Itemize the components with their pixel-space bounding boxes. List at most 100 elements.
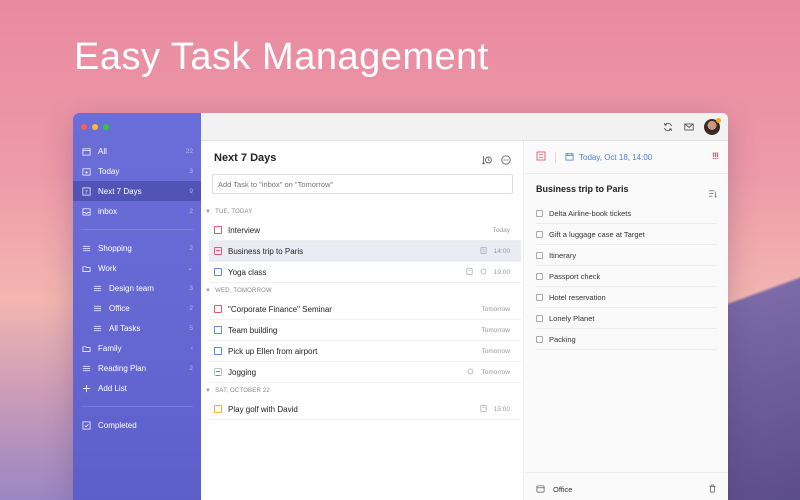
note-icon [480,246,487,256]
sidebar-item-completed[interactable]: Completed [73,415,201,435]
section-header[interactable]: ▼ WED, TOMORROW [201,283,523,299]
task-row[interactable]: Team building Tomorrow [209,320,521,341]
minimize-window-button[interactable] [92,124,98,130]
task-checkbox[interactable] [214,247,222,255]
checklist-item[interactable]: Passport check [536,266,717,287]
checklist-checkbox[interactable] [536,314,543,322]
inbox-icon [82,207,91,216]
sync-icon[interactable] [662,121,674,133]
trash-icon[interactable] [708,484,717,495]
list-icon [82,244,91,253]
folder-icon [82,264,91,273]
section-title: TUE, TODAY [215,209,253,215]
sidebar-item-work[interactable]: Work ⌄ [73,258,201,278]
checklist-item[interactable]: Itinerary [536,245,717,266]
task-checkbox[interactable] [214,347,222,355]
sidebar-item-label: Completed [98,420,137,430]
chevron-left-icon[interactable]: ‹ [191,345,193,352]
sort-list-icon[interactable] [708,185,717,203]
avatar[interactable] [704,118,721,135]
list-icon [93,304,102,313]
checklist-item[interactable]: Delta Airline-book tickets [536,203,717,224]
sidebar-item-shopping[interactable]: Shopping 2 [73,238,201,258]
sidebar-item-inbox[interactable]: inbox 2 [73,201,201,221]
app-window: All 22 Today 3 7 Next 7 Days 9 inbox 2 S… [73,113,728,500]
task-row[interactable]: Yoga class 19:00 [209,262,521,283]
task-title: Jogging [228,367,257,377]
sidebar-item-count: 22 [185,147,193,155]
add-task-input[interactable] [212,174,513,194]
checklist-checkbox[interactable] [536,251,543,259]
priority-flag[interactable]: !!! [712,151,719,161]
sidebar-item-all-tasks[interactable]: All Tasks 5 [73,318,201,338]
sidebar-item-label: Office [109,303,130,313]
collapse-triangle-icon[interactable]: ▼ [205,288,211,294]
checklist-checkbox[interactable] [536,272,543,280]
more-options-icon[interactable] [501,152,511,170]
task-title: Pick up Ellen from airport [228,346,318,356]
section-header[interactable]: ▼ SAT, OCTOBER 22 [201,383,523,399]
folder-icon [82,344,91,353]
checklist-checkbox[interactable] [536,293,543,301]
sidebar-item-next-7-days[interactable]: 7 Next 7 Days 9 [73,181,201,201]
checklist-item-label: Lonely Planet [549,313,595,323]
window-controls [81,124,109,130]
sidebar-item-reading-plan[interactable]: Reading Plan 2 [73,358,201,378]
chevron-down-icon[interactable]: ⌄ [188,264,193,272]
task-checkbox[interactable] [214,326,222,334]
zoom-window-button[interactable] [103,124,109,130]
checklist-item-label: Delta Airline-book tickets [549,208,632,218]
sidebar-item-label: All Tasks [109,323,141,333]
checklist-checkbox[interactable] [536,335,543,343]
task-detail-panel: Today, Oct 18, 14:00 !!! Business trip t… [525,141,728,500]
add-list-button[interactable]: Add List [73,378,201,398]
task-row[interactable]: Interview Today [209,220,521,241]
checklist-item-label: Passport check [549,271,601,281]
checklist-item[interactable]: Packing [536,329,717,350]
sidebar-nav: All 22 Today 3 7 Next 7 Days 9 inbox 2 S… [73,141,201,435]
task-checkbox[interactable] [214,268,222,276]
due-date-label: Today, Oct 18, 14:00 [579,152,653,162]
task-due: Tomorrow [481,305,510,313]
task-row[interactable]: Play golf with David 15:00 [209,399,521,420]
note-icon[interactable] [536,148,546,166]
divider [555,151,556,163]
section-header[interactable]: ▼ TUE, TODAY [201,204,523,220]
plus-icon [82,384,91,393]
task-row[interactable]: Jogging Tomorrow [209,362,521,383]
close-window-button[interactable] [81,124,87,130]
collapse-triangle-icon[interactable]: ▼ [205,388,211,394]
task-checkbox[interactable] [214,405,222,413]
sidebar-item-label: Design team [109,283,154,293]
calendar-icon [565,152,574,163]
task-checkbox[interactable] [214,305,222,313]
task-due: Tomorrow [481,368,510,376]
sort-by-time-icon[interactable] [481,152,492,170]
sidebar-item-today[interactable]: Today 3 [73,161,201,181]
list-folder-icon[interactable] [536,484,553,495]
checklist-checkbox[interactable] [536,209,543,217]
task-checkbox[interactable] [214,368,222,376]
sidebar-item-all[interactable]: All 22 [73,141,201,161]
mail-icon[interactable] [683,121,695,133]
sidebar-item-count: 5 [189,324,193,332]
task-row[interactable]: "Corporate Finance" Seminar Tomorrow [209,299,521,320]
title-bar [201,113,728,141]
task-list: ▼ TUE, TODAY Interview Today Business tri… [201,204,523,420]
task-due: Today [492,226,510,234]
task-row[interactable]: Business trip to Paris 14:00 [209,241,521,262]
checklist-item[interactable]: Lonely Planet [536,308,717,329]
sidebar-item-office[interactable]: Office 2 [73,298,201,318]
sidebar-item-family[interactable]: Family ‹ [73,338,201,358]
checklist-item[interactable]: Gift a luggage case at Target [536,224,717,245]
task-checkbox[interactable] [214,226,222,234]
sidebar-item-count: 3 [189,167,193,175]
task-detail-title[interactable]: Business trip to Paris [536,184,629,194]
checklist-checkbox[interactable] [536,230,543,238]
task-row[interactable]: Pick up Ellen from airport Tomorrow [209,341,521,362]
collapse-triangle-icon[interactable]: ▼ [205,209,211,215]
due-date-button[interactable]: Today, Oct 18, 14:00 [565,152,652,163]
checklist-item[interactable]: Hotel reservation [536,287,717,308]
task-list-name[interactable]: Office [553,485,708,494]
sidebar-item-design-team[interactable]: Design team 3 [73,278,201,298]
